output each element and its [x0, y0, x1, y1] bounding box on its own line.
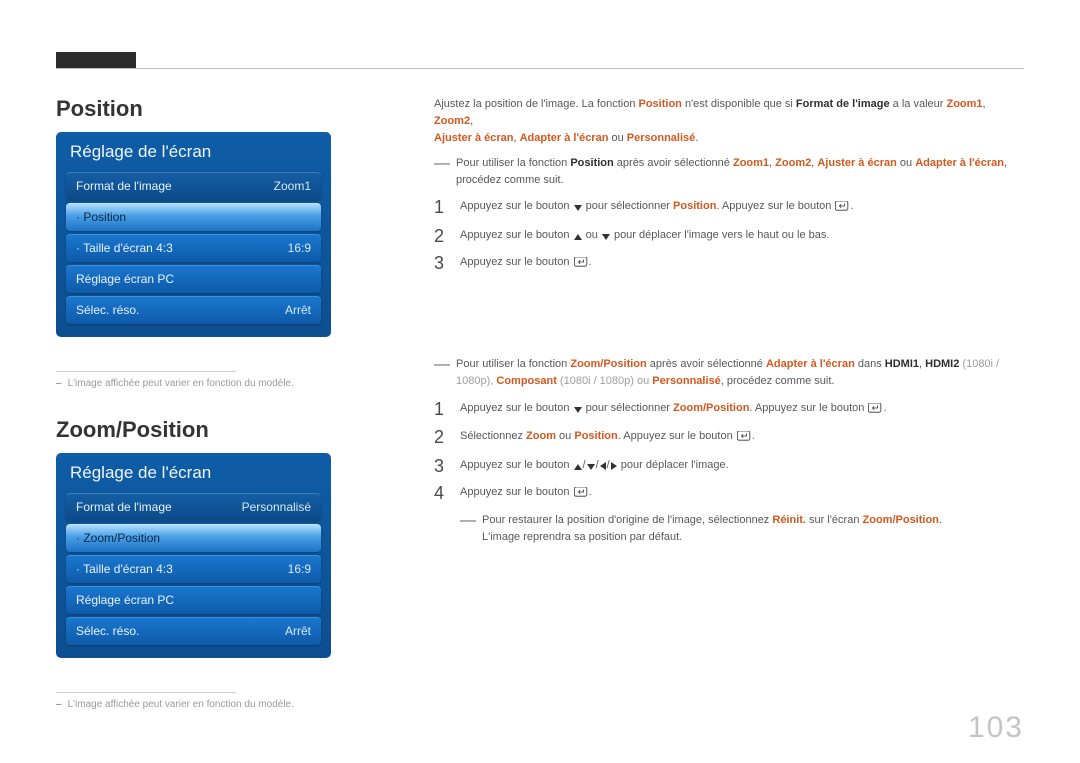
- row-label: Zoom/Position: [76, 531, 160, 545]
- header-rule: [56, 68, 1024, 69]
- row-format-image[interactable]: Format de l'image Zoom1: [66, 172, 321, 200]
- footnote-text: –L'image affichée peut varier en fonctio…: [56, 699, 362, 710]
- row-value: Arrêt: [285, 303, 311, 317]
- row-label: Format de l'image: [76, 179, 172, 193]
- arrow-down-icon: [602, 234, 610, 240]
- row-label: Sélec. réso.: [76, 303, 139, 317]
- row-value: Personnalisé: [242, 500, 311, 514]
- row-selec-reso[interactable]: Sélec. réso. Arrêt: [66, 617, 321, 645]
- enter-icon: [574, 486, 588, 504]
- settings-panel-position: Réglage de l'écran Format de l'image Zoo…: [56, 132, 331, 337]
- row-zoom-position-selected[interactable]: Zoom/Position: [66, 524, 321, 552]
- arrow-down-icon: [574, 205, 582, 211]
- step-number: 2: [434, 227, 460, 245]
- row-value: Arrêt: [285, 624, 311, 638]
- row-taille-ecran[interactable]: Taille d'écran 4:3 16:9: [66, 555, 321, 583]
- page-number: 103: [968, 711, 1024, 745]
- row-taille-ecran[interactable]: Taille d'écran 4:3 16:9: [66, 234, 321, 262]
- row-value: 16:9: [288, 241, 311, 255]
- step-3: 3 Appuyez sur le bouton .: [434, 254, 1024, 274]
- step-number: 4: [434, 484, 460, 502]
- step-3: 3 Appuyez sur le bouton /// pour déplace…: [434, 457, 1024, 475]
- step-number: 1: [434, 400, 460, 418]
- row-label: Taille d'écran 4:3: [76, 562, 173, 576]
- footnote-rule: [56, 692, 236, 693]
- step-number: 2: [434, 428, 460, 446]
- tip-note-zoom: ― Pour utiliser la fonction Zoom/Positio…: [434, 356, 1024, 390]
- steps-list-zoom-position: 1 Appuyez sur le bouton pour sélectionne…: [434, 400, 1024, 504]
- step-number: 3: [434, 457, 460, 475]
- row-label: Taille d'écran 4:3: [76, 241, 173, 255]
- row-reglage-pc[interactable]: Réglage écran PC: [66, 586, 321, 614]
- step-number: 1: [434, 198, 460, 216]
- step-1: 1 Appuyez sur le bouton pour sélectionne…: [434, 198, 1024, 218]
- section-heading-zoom-position: Zoom/Position: [56, 417, 362, 443]
- row-selec-reso[interactable]: Sélec. réso. Arrêt: [66, 296, 321, 324]
- arrow-up-icon: [574, 464, 582, 470]
- arrow-down-icon: [587, 464, 595, 470]
- restore-note: ― Pour restaurer la position d'origine d…: [460, 512, 1024, 546]
- row-label: Réglage écran PC: [76, 593, 174, 607]
- step-1: 1 Appuyez sur le bouton pour sélectionne…: [434, 400, 1024, 420]
- arrow-down-icon: [574, 407, 582, 413]
- footnote-text: –L'image affichée peut varier en fonctio…: [56, 378, 362, 389]
- step-4: 4 Appuyez sur le bouton .: [434, 484, 1024, 504]
- step-2: 2 Sélectionnez Zoom ou Position. Appuyez…: [434, 428, 1024, 448]
- row-value: Zoom1: [274, 179, 311, 193]
- row-value: 16:9: [288, 562, 311, 576]
- arrow-up-icon: [574, 234, 582, 240]
- arrow-left-icon: [600, 462, 606, 470]
- enter-icon: [868, 402, 882, 420]
- row-format-image[interactable]: Format de l'image Personnalisé: [66, 493, 321, 521]
- enter-icon: [737, 430, 751, 448]
- panel-title: Réglage de l'écran: [66, 461, 321, 487]
- settings-panel-zoom-position: Réglage de l'écran Format de l'image Per…: [56, 453, 331, 658]
- header-tab: [56, 52, 136, 68]
- enter-icon: [574, 256, 588, 274]
- row-reglage-pc[interactable]: Réglage écran PC: [66, 265, 321, 293]
- row-position-selected[interactable]: Position: [66, 203, 321, 231]
- enter-icon: [835, 200, 849, 218]
- arrow-right-icon: [611, 462, 617, 470]
- steps-list-position: 1 Appuyez sur le bouton pour sélectionne…: [434, 198, 1024, 273]
- section-heading-position: Position: [56, 96, 362, 122]
- step-2: 2 Appuyez sur le bouton ou pour déplacer…: [434, 227, 1024, 245]
- tip-note: ― Pour utiliser la fonction Position apr…: [434, 155, 1024, 189]
- panel-title: Réglage de l'écran: [66, 140, 321, 166]
- footnote-rule: [56, 371, 236, 372]
- row-label: Position: [76, 210, 126, 224]
- row-label: Format de l'image: [76, 500, 172, 514]
- row-label: Réglage écran PC: [76, 272, 174, 286]
- row-label: Sélec. réso.: [76, 624, 139, 638]
- step-number: 3: [434, 254, 460, 272]
- intro-paragraph: Ajustez la position de l'image. La fonct…: [434, 96, 1024, 147]
